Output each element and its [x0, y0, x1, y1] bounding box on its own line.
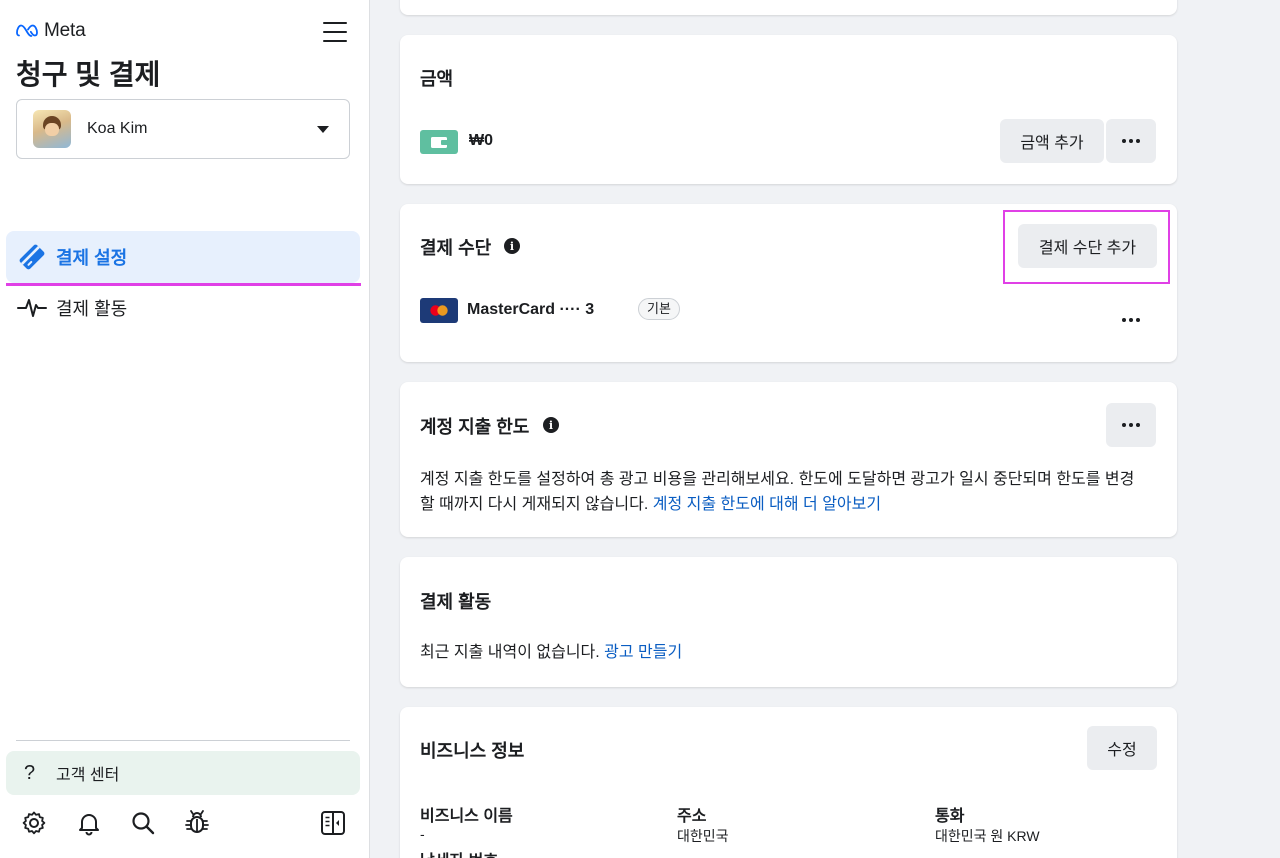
- account-selector[interactable]: Koa Kim: [16, 99, 350, 159]
- sidebar: Meta 청구 및 결제 Koa Kim 결제 설정 결제 활동 ? 고객 센터: [0, 0, 370, 858]
- search-icon[interactable]: [127, 806, 159, 840]
- question-icon: ?: [24, 761, 36, 784]
- address-label: 주소: [677, 808, 707, 825]
- add-funds-button[interactable]: 금액 추가: [1000, 119, 1104, 163]
- spending-limit-description: 계정 지출 한도를 설정하여 총 광고 비용을 관리해보세요. 한도에 도달하면…: [420, 467, 1160, 517]
- brand-name: Meta: [44, 20, 86, 41]
- spending-limit-title: 계정 지출 한도: [420, 417, 530, 437]
- spending-limit-more-button[interactable]: [1106, 403, 1156, 447]
- page-title: 청구 및 결제: [16, 59, 161, 90]
- spending-limit-card: 계정 지출 한도 i 계정 지출 한도를 설정하여 총 광고 비용을 관리해보세…: [400, 382, 1177, 537]
- more-icon: [1122, 423, 1140, 427]
- currency-value: 대한민국 원 KRW: [935, 828, 1040, 844]
- business-info-card: 비즈니스 정보 수정 비즈니스 이름 - 주소 대한민국 통화 대한민국 원 K…: [400, 707, 1177, 858]
- wallet-icon: [420, 130, 458, 154]
- nav-label-payment-activity: 결제 활동: [56, 299, 128, 319]
- mastercard-icon: [420, 298, 458, 323]
- balance-card: 금액 ₩0 금액 추가: [400, 35, 1177, 184]
- address-value: 대한민국: [677, 828, 729, 844]
- nav-item-payment-settings[interactable]: 결제 설정: [6, 231, 360, 283]
- balance-more-button[interactable]: [1106, 119, 1156, 163]
- payment-methods-title: 결제 수단: [420, 238, 492, 258]
- learn-more-link[interactable]: 계정 지출 한도에 대해 더 알아보기: [653, 496, 881, 513]
- payment-methods-card: 결제 수단 i 결제 수단 추가 MasterCard ···· 3 기본: [400, 204, 1177, 362]
- nav-label-payment-settings: 결제 설정: [56, 248, 128, 268]
- info-icon[interactable]: i: [504, 238, 520, 254]
- business-info-title: 비즈니스 정보: [420, 741, 525, 761]
- create-ad-link[interactable]: 광고 만들기: [604, 644, 682, 661]
- empty-state-text: 최근 지출 내역이 없습니다.: [420, 644, 600, 661]
- description-line-2: 할 때까지 다시 게재되지 않습니다.: [420, 496, 649, 513]
- payment-activity-text: 최근 지출 내역이 없습니다. 광고 만들기: [420, 640, 682, 665]
- description-line-1: 계정 지출 한도를 설정하여 총 광고 비용을 관리해보세요. 한도에 도달하면…: [420, 471, 1135, 488]
- more-icon: [1122, 139, 1140, 143]
- card-more-button[interactable]: [1106, 298, 1156, 342]
- card-name: MasterCard ···· 3: [467, 301, 595, 318]
- more-icon: [1122, 318, 1140, 322]
- edit-button[interactable]: 수정: [1087, 726, 1157, 770]
- panel-toggle-icon[interactable]: [317, 806, 349, 840]
- caret-down-icon: [317, 126, 329, 133]
- add-payment-method-button[interactable]: 결제 수단 추가: [1018, 224, 1157, 268]
- payment-activity-title: 결제 활동: [420, 592, 492, 612]
- balance-amount: ₩0: [469, 132, 493, 149]
- divider: [16, 740, 350, 741]
- account-name: Koa Kim: [87, 120, 148, 137]
- taxpayer-number-label: 납세자 번호: [420, 847, 498, 858]
- bell-icon[interactable]: [73, 806, 105, 840]
- sidebar-toolbar: [0, 806, 370, 842]
- help-center-label: 고객 센터: [56, 767, 120, 784]
- currency-label: 통화: [935, 808, 965, 825]
- meta-logo[interactable]: Meta: [16, 20, 86, 42]
- menu-icon[interactable]: [323, 22, 347, 42]
- nav-item-payment-activity[interactable]: 결제 활동: [6, 282, 360, 334]
- avatar: [33, 110, 71, 148]
- balance-title: 금액: [420, 69, 454, 89]
- business-name-label: 비즈니스 이름: [420, 808, 513, 825]
- payment-activity-card: 결제 활동 최근 지출 내역이 없습니다. 광고 만들기: [400, 557, 1177, 687]
- business-name-value: -: [420, 826, 425, 842]
- activity-icon: [16, 292, 48, 324]
- main-content: 금액 ₩0 금액 추가 결제 수단 i 결제 수단 추가 MasterCard …: [371, 0, 1280, 858]
- credit-card-icon: [16, 241, 48, 273]
- gear-icon[interactable]: [18, 806, 50, 840]
- meta-infinity-icon: [16, 24, 38, 37]
- default-badge: 기본: [638, 298, 680, 320]
- info-icon[interactable]: i: [543, 417, 559, 433]
- bug-icon[interactable]: [181, 806, 213, 840]
- previous-card: [400, 0, 1177, 15]
- help-center-button[interactable]: ? 고객 센터: [6, 751, 360, 795]
